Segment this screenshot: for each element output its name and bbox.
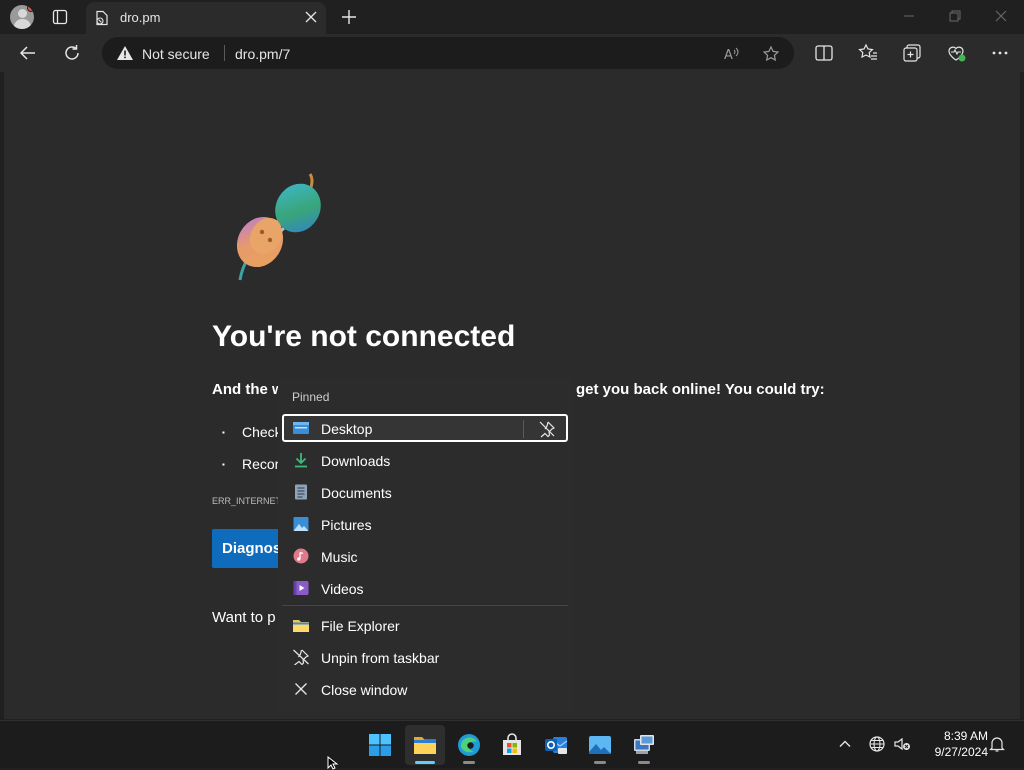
running-indicator bbox=[594, 761, 606, 764]
title-bar: dro.pm bbox=[0, 0, 1024, 34]
jumplist-item-downloads[interactable]: Downloads bbox=[282, 446, 568, 474]
pinned-header: Pinned bbox=[292, 390, 330, 404]
address-bar[interactable]: Not secure dro.pm/7 A bbox=[102, 37, 794, 69]
running-indicator bbox=[638, 761, 650, 764]
edge-icon bbox=[458, 734, 480, 756]
downloads-icon bbox=[295, 453, 307, 468]
back-arrow-icon[interactable] bbox=[17, 42, 39, 64]
taskbar-store[interactable] bbox=[492, 725, 532, 765]
minimize-icon[interactable] bbox=[899, 6, 919, 26]
tab-actions-icon[interactable] bbox=[52, 9, 68, 25]
unpin-icon[interactable] bbox=[538, 420, 556, 438]
diagnose-button-label: Diagnos bbox=[222, 540, 282, 557]
network-globe-icon[interactable] bbox=[868, 735, 886, 753]
browser-essentials-icon[interactable] bbox=[945, 42, 967, 64]
photos-icon bbox=[589, 736, 611, 754]
warning-icon[interactable] bbox=[116, 45, 134, 61]
pin-divider bbox=[523, 420, 524, 438]
chevron-up-icon[interactable] bbox=[836, 735, 854, 753]
volume-muted-icon[interactable] bbox=[893, 735, 911, 753]
jumplist-item-desktop[interactable]: Desktop bbox=[282, 414, 568, 442]
jumplist-item-pictures[interactable]: Pictures bbox=[282, 510, 568, 538]
file-explorer-icon bbox=[414, 737, 436, 754]
browser-tab[interactable]: dro.pm bbox=[86, 2, 326, 34]
jumplist-item-close-window[interactable]: Close window bbox=[282, 675, 568, 703]
unpin-icon bbox=[293, 649, 310, 665]
active-indicator bbox=[415, 761, 435, 764]
taskbar-remote-desktop[interactable] bbox=[624, 725, 664, 765]
disconnected-plug-illustration bbox=[236, 173, 321, 281]
jumplist-item-music[interactable]: Music bbox=[282, 542, 568, 570]
jumplist-item-unpin[interactable]: Unpin from taskbar bbox=[282, 643, 568, 671]
jumplist-item-file-explorer[interactable]: File Explorer bbox=[282, 611, 568, 639]
jumplist-item-label: Videos bbox=[321, 581, 364, 597]
new-tab-icon[interactable] bbox=[340, 8, 358, 26]
music-icon bbox=[293, 548, 309, 564]
taskbar-jump-list: Pinned Desktop Downloads Documents Pictu… bbox=[278, 378, 574, 712]
jumplist-item-label: Unpin from taskbar bbox=[321, 650, 440, 666]
jumplist-item-label: Documents bbox=[321, 485, 392, 501]
videos-icon bbox=[293, 581, 309, 595]
close-window-icon[interactable] bbox=[991, 6, 1011, 26]
collections-icon[interactable] bbox=[901, 42, 923, 64]
pictures-icon bbox=[293, 517, 309, 531]
clock-date: 9/27/2024 bbox=[934, 745, 988, 759]
tab-title: dro.pm bbox=[120, 10, 161, 25]
jumplist-item-videos[interactable]: Videos bbox=[282, 574, 568, 602]
system-clock[interactable]: 8:39 AM 9/27/2024 bbox=[918, 728, 988, 760]
taskbar bbox=[0, 720, 1024, 768]
outlook-icon bbox=[545, 737, 568, 754]
start-icon bbox=[369, 734, 391, 756]
navigation-bar: Not secure dro.pm/7 A bbox=[0, 34, 1024, 72]
restore-icon[interactable] bbox=[945, 6, 965, 26]
store-icon bbox=[503, 733, 521, 755]
jumplist-item-label: Music bbox=[321, 549, 358, 565]
error-code: ERR_INTERNET bbox=[212, 496, 282, 506]
close-icon bbox=[295, 683, 307, 695]
page-title: You're not connected bbox=[212, 320, 516, 353]
jumplist-item-label: Close window bbox=[321, 682, 408, 698]
jumplist-item-label: Desktop bbox=[321, 421, 373, 437]
taskbar-photos[interactable] bbox=[580, 725, 620, 765]
page-error-icon bbox=[96, 10, 108, 26]
file-explorer-icon bbox=[293, 620, 309, 632]
security-label[interactable]: Not secure bbox=[142, 46, 210, 62]
bullet-text: Recor bbox=[242, 456, 280, 472]
address-divider bbox=[224, 45, 225, 61]
read-aloud-icon[interactable]: A bbox=[722, 45, 740, 63]
jumplist-item-label: File Explorer bbox=[321, 618, 400, 634]
taskbar-outlook[interactable] bbox=[536, 725, 576, 765]
running-indicator bbox=[463, 761, 475, 764]
favorites-icon[interactable] bbox=[857, 42, 879, 64]
suggestion-text-right: get you back online! You could try: bbox=[576, 381, 825, 398]
notification-bell-icon[interactable] bbox=[988, 735, 1006, 753]
remote-desktop-icon bbox=[634, 735, 654, 754]
jumplist-divider bbox=[282, 605, 568, 606]
refresh-icon[interactable] bbox=[61, 42, 83, 64]
suggestion-text-left: And the w bbox=[212, 381, 284, 398]
jumplist-item-label: Downloads bbox=[321, 453, 391, 469]
svg-text:A: A bbox=[724, 48, 733, 63]
bullet-item: Recor bbox=[222, 456, 280, 472]
more-options-icon[interactable] bbox=[989, 42, 1011, 64]
profile-avatar-icon[interactable] bbox=[10, 5, 34, 29]
close-tab-icon[interactable] bbox=[304, 10, 318, 24]
want-to-text: Want to p bbox=[212, 609, 276, 626]
clock-time: 8:39 AM bbox=[943, 729, 988, 743]
documents-icon bbox=[295, 484, 307, 500]
url-text[interactable]: dro.pm/7 bbox=[235, 46, 290, 62]
split-screen-icon[interactable] bbox=[813, 42, 835, 64]
favorite-star-icon[interactable] bbox=[762, 45, 780, 63]
desktop-folder-icon bbox=[293, 422, 309, 434]
jumplist-item-label: Pictures bbox=[321, 517, 372, 533]
taskbar-file-explorer[interactable] bbox=[405, 725, 445, 765]
start-button[interactable] bbox=[360, 725, 400, 765]
bullet-item: Check bbox=[222, 424, 282, 440]
bullet-text: Check bbox=[242, 424, 282, 440]
taskbar-edge[interactable] bbox=[449, 725, 489, 765]
jumplist-item-documents[interactable]: Documents bbox=[282, 478, 568, 506]
